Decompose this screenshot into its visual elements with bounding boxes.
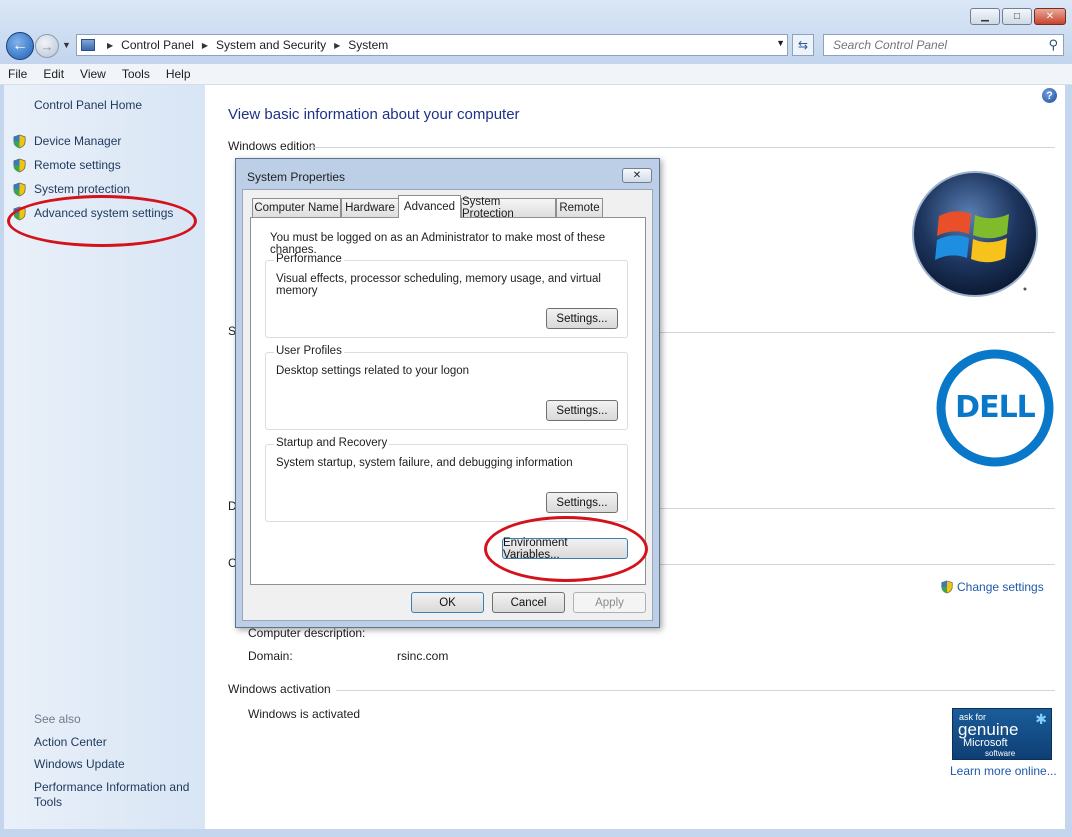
see-also-performance-information[interactable]: Performance Information and Tools	[34, 780, 199, 810]
tab-advanced[interactable]: Advanced	[398, 195, 461, 218]
section-divider	[660, 564, 1055, 565]
section-divider	[309, 147, 1055, 148]
refresh-icon: ⇆	[797, 38, 809, 52]
tab-hardware[interactable]: Hardware	[341, 198, 399, 217]
breadcrumb-system-and-security[interactable]: System and Security	[216, 38, 326, 52]
breadcrumb-chevron-icon[interactable]: ▶	[107, 41, 113, 50]
change-settings-label: Change settings	[957, 580, 1044, 594]
navigation-bar: ← → ▼ ▶ Control Panel ▶ System and Secur…	[0, 30, 1072, 62]
shield-icon	[13, 134, 26, 149]
star-icon: ✱	[1035, 711, 1047, 727]
recent-pages-dropdown-icon[interactable]: ▼	[62, 40, 71, 50]
search-box[interactable]: ⚲	[823, 34, 1064, 56]
control-panel-home-link[interactable]: Control Panel Home	[34, 98, 142, 112]
user-profiles-settings-button[interactable]: Settings...	[546, 400, 618, 421]
domain-value: rsinc.com	[397, 649, 449, 663]
startup-recovery-description: System startup, system failure, and debu…	[276, 457, 573, 469]
annotation-circle-advanced-settings	[7, 195, 197, 247]
shield-icon	[13, 158, 26, 173]
performance-description: Visual effects, processor scheduling, me…	[276, 273, 601, 297]
change-settings-link[interactable]: Change settings	[940, 580, 1044, 594]
dialog-title: System Properties	[247, 170, 346, 184]
tab-computer-name[interactable]: Computer Name	[252, 198, 341, 217]
annotation-circle-environment-variables	[484, 516, 648, 582]
windows-edition-heading: Windows edition	[228, 139, 316, 153]
address-dropdown-icon[interactable]: ▼	[776, 38, 785, 48]
startup-recovery-group-title: Startup and Recovery	[274, 437, 390, 449]
sidebar: Control Panel Home Device Manager Remote…	[4, 85, 205, 829]
domain-label: Domain:	[248, 649, 293, 663]
tab-system-protection[interactable]: System Protection	[461, 196, 556, 220]
back-arrow-icon: ←	[12, 37, 28, 54]
section-divider	[660, 508, 1055, 509]
cancel-button[interactable]: Cancel	[492, 592, 565, 613]
breadcrumb-control-panel[interactable]: Control Panel	[121, 38, 194, 52]
user-profiles-description: Desktop settings related to your logon	[276, 365, 470, 377]
see-also-action-center[interactable]: Action Center	[34, 735, 107, 749]
ok-button[interactable]: OK	[411, 592, 484, 613]
see-also-heading: See also	[34, 712, 81, 726]
control-panel-icon	[81, 39, 95, 51]
menu-view[interactable]: View	[72, 67, 114, 81]
performance-settings-button[interactable]: Settings...	[546, 308, 618, 329]
section-divider	[336, 690, 1055, 691]
close-button[interactable]: ✕	[1034, 8, 1066, 25]
user-profiles-group: User Profiles Desktop settings related t…	[265, 345, 628, 430]
startup-recovery-settings-button[interactable]: Settings...	[546, 492, 618, 513]
search-icon[interactable]: ⚲	[1048, 37, 1058, 53]
menu-tools[interactable]: Tools	[114, 67, 158, 81]
minimize-button[interactable]: ▁	[970, 8, 1000, 25]
genuine-line4: software	[985, 749, 1016, 758]
activation-status: Windows is activated	[248, 707, 361, 721]
dell-logo-text: DELL	[955, 390, 1036, 425]
page-title: View basic information about your comput…	[228, 106, 520, 123]
sidebar-item-system-protection[interactable]: System protection	[34, 182, 130, 196]
sidebar-item-remote-settings[interactable]: Remote settings	[34, 158, 121, 172]
windows-logo	[912, 171, 1038, 297]
back-button[interactable]: ←	[6, 32, 34, 60]
learn-more-link[interactable]: Learn more online...	[950, 764, 1057, 778]
tab-remote[interactable]: Remote	[556, 198, 603, 217]
refresh-button[interactable]: ⇆	[792, 34, 814, 56]
menu-edit[interactable]: Edit	[35, 67, 72, 81]
see-also-windows-update[interactable]: Windows Update	[34, 757, 125, 771]
startup-recovery-group: Startup and Recovery System startup, sys…	[265, 437, 628, 522]
search-input[interactable]	[831, 37, 1035, 53]
section-divider	[660, 332, 1055, 333]
dialog-close-button[interactable]: ✕	[622, 168, 652, 183]
window-caption-buttons: ▁ □ ✕	[970, 8, 1066, 25]
apply-button[interactable]: Apply	[573, 592, 646, 613]
computer-description-label: Computer description:	[248, 626, 366, 640]
maximize-button[interactable]: □	[1002, 8, 1032, 25]
windows-activation-heading: Windows activation	[228, 682, 331, 696]
help-icon[interactable]: ?	[1042, 88, 1057, 103]
forward-arrow-icon: →	[40, 38, 54, 54]
genuine-microsoft-badge[interactable]: ask for genuine Microsoft software ✱	[952, 708, 1052, 760]
shield-icon	[941, 580, 953, 594]
performance-group: Performance Visual effects, processor sc…	[265, 253, 628, 338]
menu-file[interactable]: File	[0, 67, 35, 81]
explorer-window: ▁ □ ✕ ← → ▼ ▶ Control Panel ▶ System and…	[0, 0, 1072, 837]
address-bar[interactable]: ▶ Control Panel ▶ System and Security ▶ …	[76, 34, 788, 56]
forward-button[interactable]: →	[35, 34, 59, 58]
menu-bar: File Edit View Tools Help	[0, 64, 1072, 85]
breadcrumb-system[interactable]: System	[348, 38, 388, 52]
sidebar-item-device-manager[interactable]: Device Manager	[34, 134, 121, 148]
breadcrumb-chevron-icon[interactable]: ▶	[334, 41, 340, 50]
performance-group-title: Performance	[274, 253, 344, 265]
shield-icon	[13, 182, 26, 197]
menu-help[interactable]: Help	[158, 67, 199, 81]
genuine-line3: Microsoft	[963, 737, 1008, 749]
breadcrumb-chevron-icon[interactable]: ▶	[202, 41, 208, 50]
user-profiles-group-title: User Profiles	[274, 345, 344, 357]
